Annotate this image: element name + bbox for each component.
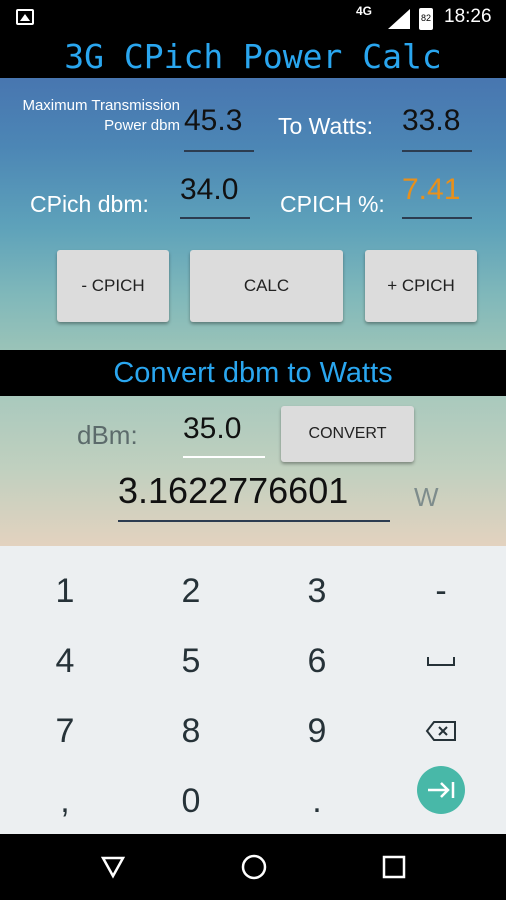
key-5[interactable]: 5 — [128, 626, 254, 696]
convert-button[interactable]: CONVERT — [281, 406, 414, 462]
tab-next-icon — [428, 782, 455, 798]
next-key[interactable] — [417, 766, 465, 814]
key-period[interactable]: . — [254, 766, 380, 836]
calc-button[interactable]: CALC — [190, 250, 343, 322]
watts-unit-label: W — [414, 482, 439, 512]
app-title: 3G CPich Power Calc — [0, 36, 506, 78]
gallery-icon — [16, 9, 34, 25]
dbm-label: dBm: — [77, 420, 138, 450]
clock: 18:26 — [444, 6, 492, 27]
cpich-calc-panel: Maximum Transmission Power dbm 45.3 To W… — [0, 78, 506, 350]
key-7[interactable]: 7 — [2, 696, 128, 766]
key-2[interactable]: 2 — [128, 556, 254, 626]
convert-panel: dBm: 35.0 CONVERT 3.1622776601 W — [0, 396, 506, 546]
plus-cpich-button[interactable]: + CPICH — [365, 250, 477, 322]
key-4[interactable]: 4 — [2, 626, 128, 696]
cpich-dbm-label: CPich dbm: — [30, 191, 149, 217]
convert-section-title: Convert dbm to Watts — [0, 350, 506, 396]
key-6[interactable]: 6 — [254, 626, 380, 696]
key-3[interactable]: 3 — [254, 556, 380, 626]
space-icon — [427, 657, 455, 666]
key-space[interactable] — [378, 626, 504, 696]
max-power-input[interactable]: 45.3 — [184, 104, 254, 152]
backspace-icon — [425, 721, 456, 741]
watts-result-field[interactable]: 3.1622776601 — [118, 470, 390, 522]
to-watts-label: To Watts: — [278, 113, 373, 139]
battery-icon: 82 — [419, 8, 433, 30]
network-type: 4G — [356, 4, 373, 18]
signal-icon — [388, 9, 410, 29]
cpich-dbm-input[interactable]: 34.0 — [180, 173, 250, 219]
key-0[interactable]: 0 — [128, 766, 254, 836]
recents-icon[interactable] — [382, 855, 406, 879]
cpich-percent-label: CPICH %: — [280, 191, 385, 217]
key-comma[interactable]: , — [2, 766, 128, 836]
home-icon[interactable] — [240, 853, 268, 881]
key-minus[interactable]: - — [378, 556, 504, 626]
cpich-percent-field[interactable]: 7.41 — [402, 173, 472, 219]
key-1[interactable]: 1 — [2, 556, 128, 626]
back-icon[interactable] — [100, 854, 126, 880]
key-9[interactable]: 9 — [254, 696, 380, 766]
dbm-input[interactable]: 35.0 — [183, 412, 265, 458]
key-8[interactable]: 8 — [128, 696, 254, 766]
status-bar: 4G 82 18:26 — [0, 0, 506, 36]
max-power-label: Maximum Transmission Power dbm — [22, 97, 180, 134]
to-watts-field[interactable]: 33.8 — [402, 104, 472, 152]
minus-cpich-button[interactable]: - CPICH — [57, 250, 169, 322]
navigation-bar — [0, 834, 506, 900]
battery-level: 82 — [421, 13, 432, 23]
key-backspace[interactable] — [378, 696, 504, 766]
numeric-keypad: 1 2 3 - 4 5 6 7 8 9 , 0 . — [0, 546, 506, 834]
